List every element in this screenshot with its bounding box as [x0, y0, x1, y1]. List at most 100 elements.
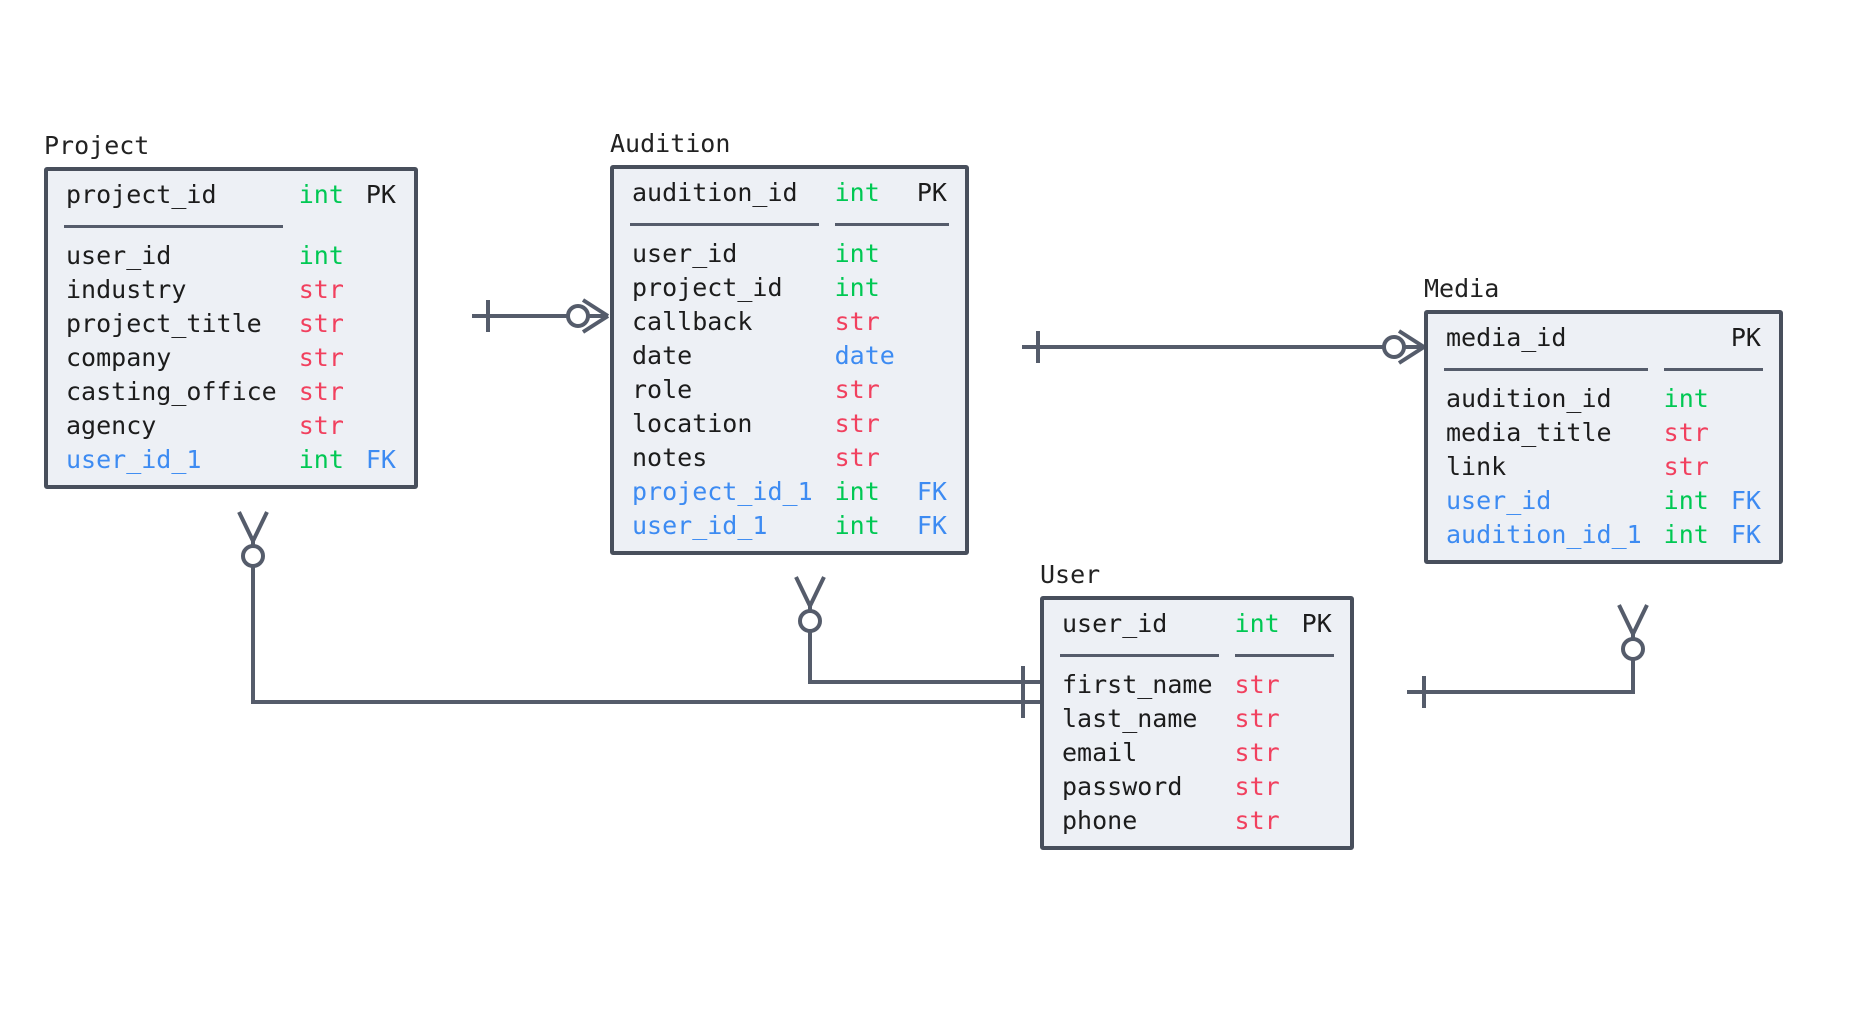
field-key	[917, 271, 965, 305]
field-type: str	[298, 275, 344, 304]
field-key	[1302, 804, 1350, 846]
entity-field-row: notes str	[614, 441, 965, 475]
field-key	[1302, 736, 1350, 770]
entity-field-row: industry str	[48, 273, 414, 307]
field-name: location	[632, 409, 753, 438]
field-name: user_id	[1446, 486, 1552, 515]
entity-box-project[interactable]: project_id int PK user_id int industry s…	[44, 167, 418, 489]
relationship-audition-user	[794, 576, 1040, 698]
field-name: audition_id_1	[1446, 520, 1642, 549]
entity-field-row: audition_id int	[1428, 382, 1779, 416]
entity-field-row: user_id int FK	[1428, 484, 1779, 518]
field-name: agency	[66, 411, 157, 440]
field-key	[917, 407, 965, 441]
field-key: PK	[916, 178, 947, 207]
entity-field-row: first_name str	[1044, 668, 1350, 702]
field-type: str	[1663, 452, 1709, 481]
entity-field-row: user_id int	[48, 239, 414, 273]
entity-field-row: user_id_1 int FK	[48, 443, 414, 485]
entity-field-row: media_title str	[1428, 416, 1779, 450]
entity-title-media: Media	[1424, 274, 1500, 303]
field-key: FK	[1730, 520, 1761, 549]
field-key	[1731, 450, 1779, 484]
field-type: str	[1234, 704, 1280, 733]
pk-divider	[48, 216, 414, 239]
field-key: FK	[916, 477, 947, 506]
field-name: email	[1062, 738, 1138, 767]
field-type: int	[298, 241, 344, 270]
entity-box-user[interactable]: user_id int PK first_name str last_name …	[1040, 596, 1354, 850]
entity-project[interactable]: Project project_id int PK user_id int in…	[44, 133, 418, 489]
entity-field-row: date date	[614, 339, 965, 373]
field-key	[1302, 702, 1350, 736]
entity-field-row: project_title str	[48, 307, 414, 341]
field-type: str	[834, 409, 880, 438]
entity-field-row: role str	[614, 373, 965, 407]
entity-field-row: project_id_1 int FK	[614, 475, 965, 509]
entity-pk-row: project_id int PK	[48, 171, 414, 216]
entity-title-user: User	[1040, 560, 1101, 589]
entity-pk-row: user_id int PK	[1044, 600, 1350, 645]
relationship-audition-media	[1022, 329, 1426, 365]
entity-field-row: casting_office str	[48, 375, 414, 409]
field-key	[917, 305, 965, 339]
field-name: link	[1446, 452, 1507, 481]
field-type: date	[834, 341, 895, 370]
field-name: company	[66, 343, 172, 372]
field-type: str	[298, 411, 344, 440]
field-key	[1302, 668, 1350, 702]
field-type: int	[298, 445, 344, 474]
field-name: user_id_1	[632, 511, 768, 540]
field-name: callback	[632, 307, 753, 336]
entity-title-project: Project	[44, 131, 150, 160]
er-diagram-canvas: Project project_id int PK user_id int in…	[0, 0, 1868, 1018]
field-key	[917, 441, 965, 475]
field-key: PK	[1730, 323, 1761, 352]
field-key	[366, 409, 414, 443]
field-name: phone	[1062, 806, 1138, 835]
field-name: user_id	[1062, 609, 1168, 638]
field-key	[1731, 416, 1779, 450]
field-type: int	[1663, 384, 1709, 413]
entity-field-row: user_id int	[614, 237, 965, 271]
entity-box-audition[interactable]: audition_id int PK user_id int project_i…	[610, 165, 969, 555]
field-key	[366, 273, 414, 307]
entity-pk-row: audition_id int PK	[614, 169, 965, 214]
field-type: str	[834, 443, 880, 472]
field-key	[366, 341, 414, 375]
field-type: str	[834, 307, 880, 336]
entity-field-row: password str	[1044, 770, 1350, 804]
field-key: FK	[916, 511, 947, 540]
entity-media[interactable]: Media media_id PK audition_id int media_…	[1424, 276, 1783, 564]
field-name: password	[1062, 772, 1183, 801]
field-name: project_id	[632, 273, 783, 302]
field-type: str	[1234, 670, 1280, 699]
field-key	[366, 307, 414, 341]
entity-field-row: user_id_1 int FK	[614, 509, 965, 551]
field-key	[1731, 382, 1779, 416]
field-key	[917, 373, 965, 407]
pk-divider	[1428, 359, 1779, 382]
field-type: str	[1234, 738, 1280, 767]
field-key	[366, 239, 414, 273]
pk-divider	[614, 214, 965, 237]
field-key	[917, 237, 965, 271]
field-name: project_id	[66, 180, 217, 209]
entity-field-row: project_id int	[614, 271, 965, 305]
entity-user[interactable]: User user_id int PK first_name str last_…	[1040, 562, 1354, 850]
entity-field-row: location str	[614, 407, 965, 441]
entity-pk-row: media_id PK	[1428, 314, 1779, 359]
field-key	[917, 339, 965, 373]
field-name: project_title	[66, 309, 262, 338]
entity-field-row: link str	[1428, 450, 1779, 484]
field-key	[366, 375, 414, 409]
field-type: int	[834, 239, 880, 268]
relationship-media-user	[1407, 604, 1649, 708]
entity-audition[interactable]: Audition audition_id int PK user_id int	[610, 131, 969, 555]
entity-box-media[interactable]: media_id PK audition_id int media_title …	[1424, 310, 1783, 564]
entity-field-row: audition_id_1 int FK	[1428, 518, 1779, 560]
field-key: FK	[1730, 486, 1761, 515]
entity-field-row: email str	[1044, 736, 1350, 770]
entity-field-row: phone str	[1044, 804, 1350, 846]
field-name: date	[632, 341, 693, 370]
